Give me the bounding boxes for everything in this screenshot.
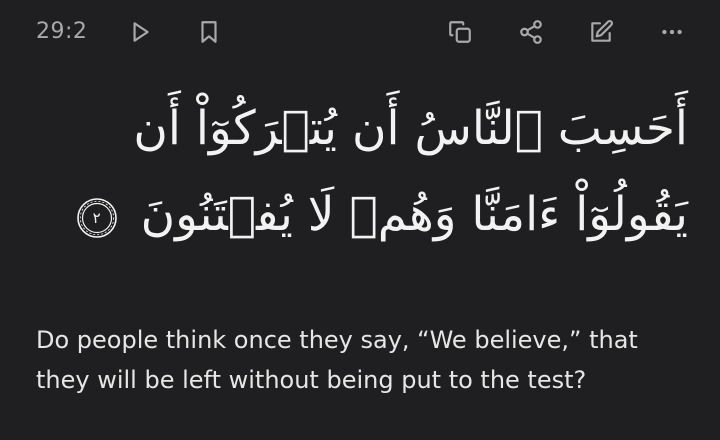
ayah-end-marker: ٢ (76, 197, 118, 239)
ayah-number: ٢ (92, 208, 101, 227)
play-button[interactable] (125, 17, 155, 47)
share-icon (520, 20, 542, 44)
more-horizontal-icon (662, 29, 682, 35)
bookmark-button[interactable] (194, 17, 224, 47)
edit-note-button[interactable] (586, 17, 616, 47)
verse-arabic: أَحَسِبَ ٱلنَّاسُ أَن يُتۡرَكُوٓاْ أَن ي… (133, 101, 688, 242)
verse-reference: 29:2 (36, 19, 88, 44)
copy-icon (449, 21, 471, 43)
more-options-button[interactable] (657, 17, 687, 47)
verse-translation: Do people think once they say, “We belie… (36, 326, 638, 394)
bookmark-icon (201, 21, 217, 43)
share-button[interactable] (516, 17, 546, 47)
edit-icon (591, 20, 613, 42)
verse-toolbar: 29:2 (0, 0, 720, 66)
verse-arabic-text: أَحَسِبَ ٱلنَّاسُ أَن يُتۡرَكُوٓاْ أَن ي… (40, 86, 688, 258)
copy-button[interactable] (445, 17, 475, 47)
play-icon (133, 22, 149, 42)
